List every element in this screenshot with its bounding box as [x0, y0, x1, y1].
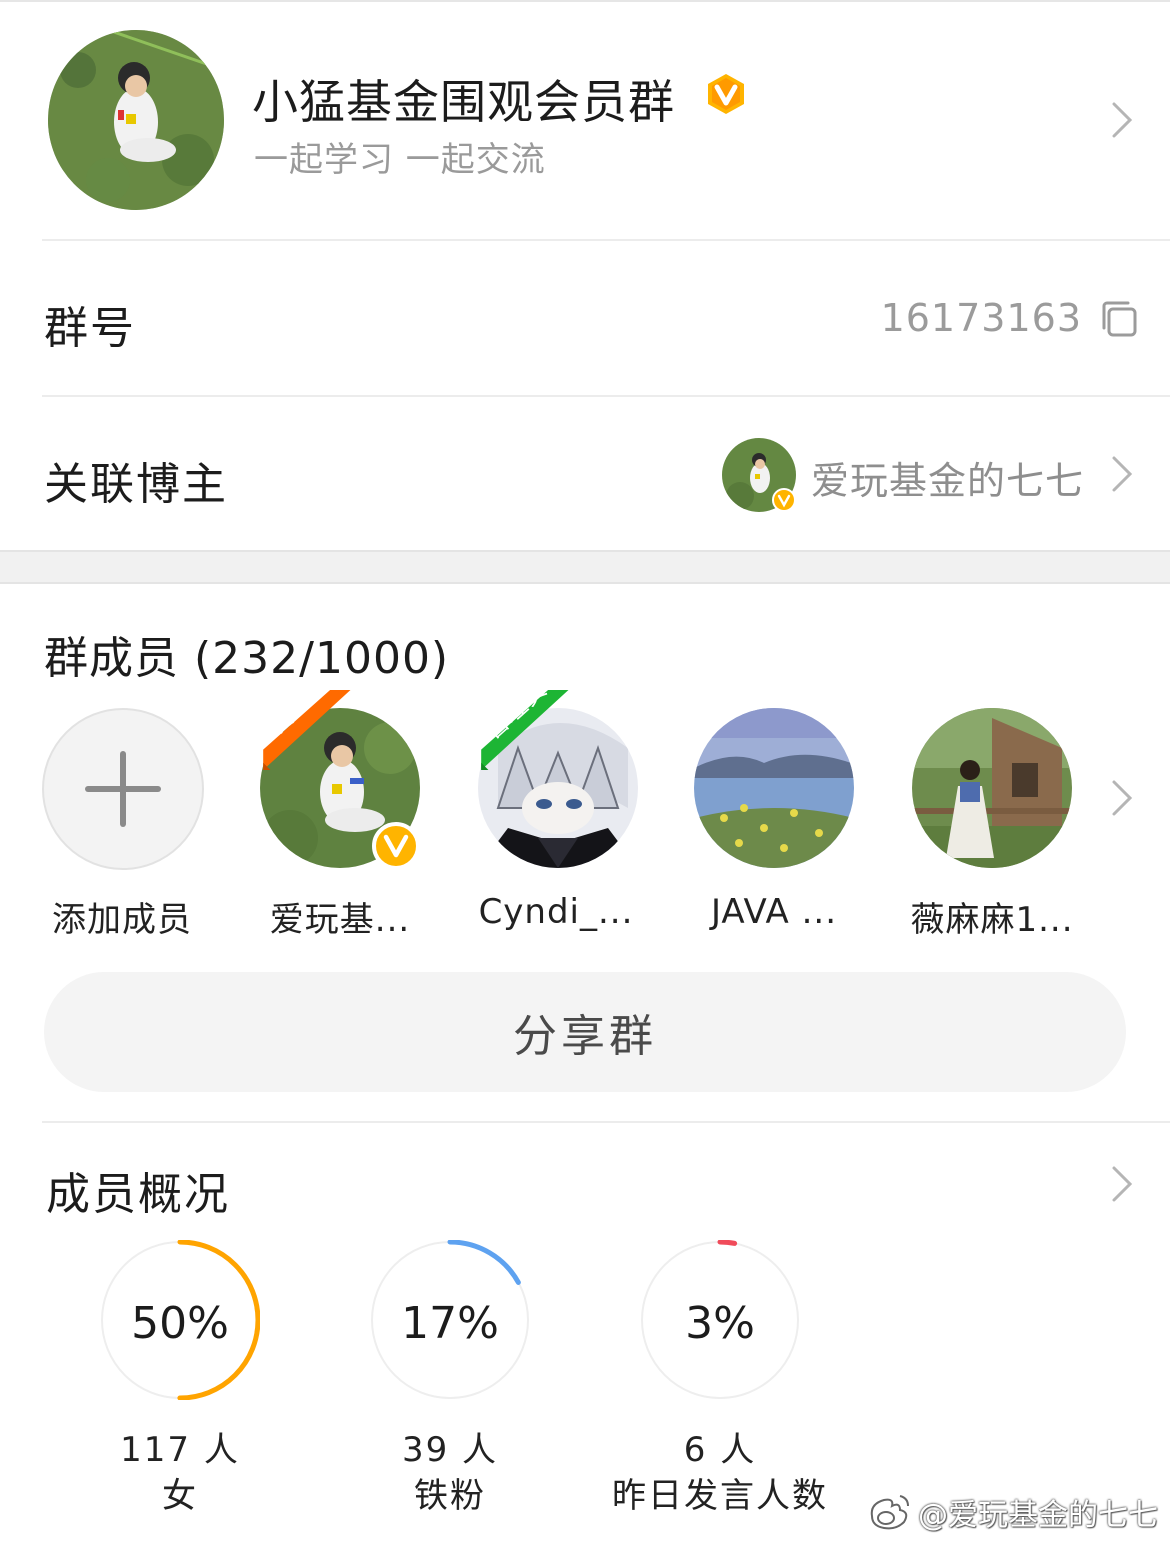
members-title[interactable]: 群成员 (232/1000)	[44, 622, 449, 686]
stat-count: 6 人	[683, 1430, 757, 1470]
stat-label: 昨日发言人数	[612, 1476, 828, 1516]
group-avatar	[48, 30, 224, 210]
section-separator	[0, 550, 1170, 584]
group-number-label: 群号	[44, 303, 136, 354]
group-number-value: 16173163	[880, 296, 1082, 340]
stat-label: 铁粉	[414, 1476, 486, 1516]
stat-percent: 50%	[131, 1298, 229, 1349]
stat-percent: 3%	[685, 1298, 755, 1349]
member-name: 薇麻麻1...	[910, 900, 1074, 940]
member-name: Cyndi_...	[478, 892, 634, 932]
stat-label: 女	[162, 1476, 198, 1516]
stat-item: 50% 117 人女	[60, 1240, 300, 1530]
stat-item: 3% 6 人昨日发言人数	[600, 1240, 840, 1530]
overview-title[interactable]: 成员概况	[46, 1158, 230, 1222]
group-name: 小猛基金围观会员群	[252, 75, 675, 129]
add-member-circle[interactable]	[42, 708, 204, 870]
chevron-right-icon[interactable]	[1110, 778, 1134, 818]
chevron-right-icon[interactable]	[1110, 100, 1134, 140]
group-header[interactable]: 小猛基金围观会员群 一起学习 一起交流	[0, 0, 1170, 240]
member-name: JAVA ...	[710, 892, 838, 932]
stat-count: 117 人	[120, 1430, 240, 1470]
linked-blogger-label: 关联博主	[44, 459, 228, 510]
group-description: 一起学习 一起交流	[254, 140, 546, 180]
watermark-text: @爱玩基金的七七	[918, 1498, 1158, 1533]
blogger-name: 爱玩基金的七七	[810, 459, 1084, 503]
verified-badge-icon	[772, 488, 796, 512]
verified-badge-icon	[372, 822, 420, 870]
divider	[42, 395, 1170, 397]
share-group-button[interactable]: 分享群	[44, 972, 1126, 1092]
weibo-logo-icon	[870, 1495, 909, 1530]
member-name: 添加成员	[52, 900, 192, 940]
divider	[42, 1121, 1170, 1123]
chevron-right-icon[interactable]	[1110, 454, 1134, 494]
stat-item: 17% 39 人铁粉	[330, 1240, 570, 1530]
stat-percent: 17%	[401, 1298, 499, 1349]
plus-icon	[85, 751, 161, 827]
watermark: @爱玩基金的七七	[866, 1490, 1158, 1534]
copy-icon[interactable]	[1100, 300, 1138, 338]
divider	[42, 239, 1170, 241]
member-avatar[interactable]	[912, 708, 1072, 868]
member-name: 爱玩基...	[269, 900, 411, 940]
member-avatar[interactable]	[694, 708, 854, 868]
vip-badge-icon	[708, 74, 744, 114]
chevron-right-icon[interactable]	[1110, 1164, 1134, 1204]
stat-count: 39 人	[401, 1430, 499, 1470]
